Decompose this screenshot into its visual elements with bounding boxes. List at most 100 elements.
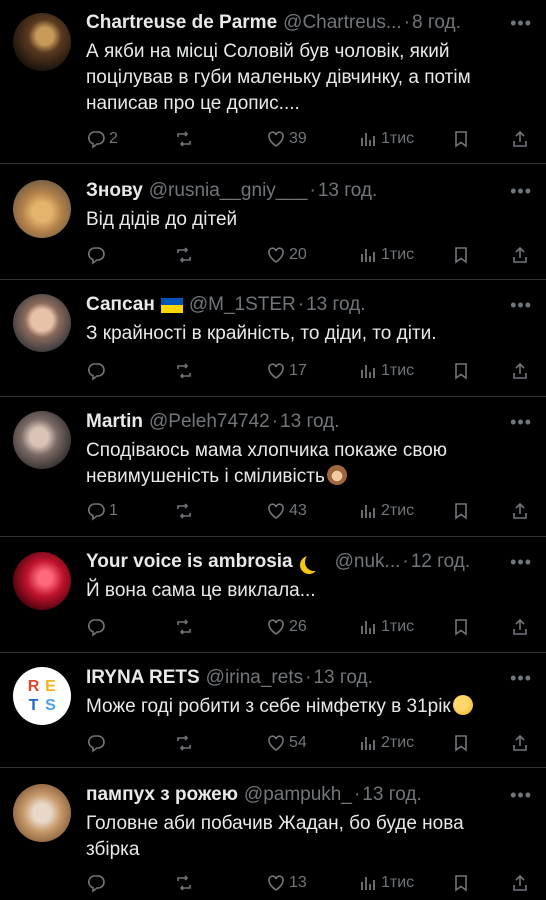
bookmark-button[interactable] — [451, 616, 471, 638]
bookmark-icon — [455, 619, 467, 636]
retweet-button[interactable] — [174, 244, 197, 266]
avatar[interactable] — [13, 294, 71, 352]
more-options-icon[interactable]: ••• — [510, 665, 532, 691]
timestamp[interactable]: 13 год. — [306, 292, 365, 318]
retweet-icon — [177, 247, 191, 263]
more-options-icon[interactable]: ••• — [510, 549, 532, 575]
more-options-icon[interactable]: ••• — [510, 409, 532, 435]
share-button[interactable] — [510, 360, 530, 382]
views-button[interactable]: 1тис — [358, 244, 414, 266]
like-button[interactable]: 20 — [266, 244, 307, 266]
avatar[interactable] — [13, 13, 71, 71]
views-icon — [361, 133, 375, 146]
author-name[interactable]: Chartreuse de Parme — [86, 10, 277, 36]
author-handle[interactable]: @M_1STER — [189, 292, 296, 318]
views-count: 2тис — [381, 734, 415, 751]
reply-button[interactable] — [86, 616, 109, 638]
author-name[interactable]: пампух з рожею — [86, 782, 238, 808]
author-name[interactable]: IRYNA RETS — [86, 665, 200, 691]
more-options-icon[interactable]: ••• — [510, 10, 532, 36]
bookmark-button[interactable] — [451, 244, 471, 266]
retweet-button[interactable] — [174, 500, 197, 522]
more-options-icon[interactable]: ••• — [510, 178, 532, 204]
action-bar: 2 39 1тис — [86, 128, 532, 150]
like-button[interactable]: 43 — [266, 500, 307, 522]
reply-icon — [87, 619, 105, 637]
like-button[interactable]: 54 — [266, 732, 307, 754]
tweet-text: З крайності в крайність, то діди, то діт… — [86, 321, 532, 347]
avatar[interactable] — [13, 411, 71, 469]
more-options-icon[interactable]: ••• — [510, 292, 532, 318]
share-button[interactable] — [510, 500, 530, 522]
tweet-text: А якби на місці Соловій був чоловік, яки… — [86, 39, 532, 117]
avatar[interactable] — [13, 784, 71, 842]
reply-button[interactable] — [86, 872, 109, 894]
views-count: 2тис — [381, 502, 415, 519]
avatar-letter: T — [28, 696, 39, 714]
share-button[interactable] — [510, 616, 530, 638]
avatar[interactable]: R E T S — [13, 667, 71, 725]
timestamp[interactable]: 12 год. — [411, 549, 470, 575]
share-button[interactable] — [510, 872, 530, 894]
bookmark-button[interactable] — [451, 500, 471, 522]
reply-button[interactable]: 1 — [86, 500, 118, 522]
like-button[interactable]: 26 — [266, 616, 307, 638]
reply-button[interactable]: 2 — [86, 128, 118, 150]
bookmark-button[interactable] — [451, 360, 471, 382]
more-options-icon[interactable]: ••• — [510, 782, 532, 808]
reply-button[interactable] — [86, 732, 109, 754]
bookmark-button[interactable] — [451, 128, 471, 150]
reply-button[interactable] — [86, 360, 109, 382]
tweet-item[interactable]: Martin @Peleh74742 · 13 год. ••• Сподіва… — [0, 397, 546, 537]
author-name[interactable]: Your voice is ambrosia — [86, 549, 293, 575]
timestamp[interactable]: 8 год. — [412, 10, 461, 36]
author-handle[interactable]: @irina_rets — [206, 665, 303, 691]
author-name[interactable]: Martin — [86, 409, 143, 435]
retweet-button[interactable] — [174, 128, 197, 150]
text-line: невимушеність і сміливість — [86, 466, 325, 487]
avatar[interactable] — [13, 180, 71, 238]
author-handle[interactable]: @nuk... — [335, 549, 401, 575]
tweet-item[interactable]: R E T S IRYNA RETS @irina_rets · 13 год.… — [0, 653, 546, 768]
views-button[interactable]: 2тис — [358, 500, 414, 522]
tweet-item[interactable]: пампух з рожею @pampukh_ · 13 год. ••• Г… — [0, 768, 546, 900]
share-button[interactable] — [510, 128, 530, 150]
share-button[interactable] — [510, 732, 530, 754]
tweet-item[interactable]: Знову @rusnia__gniy___ · 13 год. ••• Від… — [0, 164, 546, 280]
views-button[interactable]: 2тис — [358, 732, 414, 754]
views-button[interactable]: 1тис — [358, 128, 414, 150]
timestamp[interactable]: 13 год. — [362, 782, 421, 808]
tweet-item[interactable]: Chartreuse de Parme @Chartreus... · 8 го… — [0, 0, 546, 164]
bookmark-button[interactable] — [451, 872, 471, 894]
views-button[interactable]: 1тис — [358, 872, 414, 894]
reply-button[interactable] — [86, 244, 109, 266]
retweet-button[interactable] — [174, 616, 197, 638]
tweet-item[interactable]: Сапсан @M_1STER · 13 год. ••• З крайност… — [0, 280, 546, 397]
timestamp[interactable]: 13 год. — [313, 665, 372, 691]
heart-icon — [268, 875, 284, 891]
views-button[interactable]: 1тис — [358, 616, 414, 638]
bookmark-button[interactable] — [451, 732, 471, 754]
tweet-item[interactable]: Your voice is ambrosia @nuk... · 12 год.… — [0, 537, 546, 653]
retweet-button[interactable] — [174, 732, 197, 754]
views-button[interactable]: 1тис — [358, 360, 414, 382]
retweet-button[interactable] — [174, 872, 197, 894]
heart-icon — [268, 247, 284, 263]
share-button[interactable] — [510, 244, 530, 266]
author-handle[interactable]: @rusnia__gniy___ — [149, 178, 308, 204]
author-handle[interactable]: @Peleh74742 — [149, 409, 270, 435]
author-handle[interactable]: @Chartreus... — [283, 10, 402, 36]
timestamp[interactable]: 13 год. — [280, 409, 339, 435]
timestamp[interactable]: 13 год. — [318, 178, 377, 204]
like-count: 43 — [289, 502, 307, 519]
like-button[interactable]: 39 — [266, 128, 307, 150]
avatar[interactable] — [13, 552, 71, 610]
author-name[interactable]: Знову — [86, 178, 143, 204]
avatar-letter: S — [45, 696, 56, 714]
like-button[interactable]: 17 — [266, 360, 307, 382]
author-name[interactable]: Сапсан — [86, 292, 155, 318]
retweet-button[interactable] — [174, 360, 197, 382]
like-button[interactable]: 13 — [266, 872, 307, 894]
bookmark-icon — [455, 131, 467, 148]
author-handle[interactable]: @pampukh_ — [244, 782, 352, 808]
